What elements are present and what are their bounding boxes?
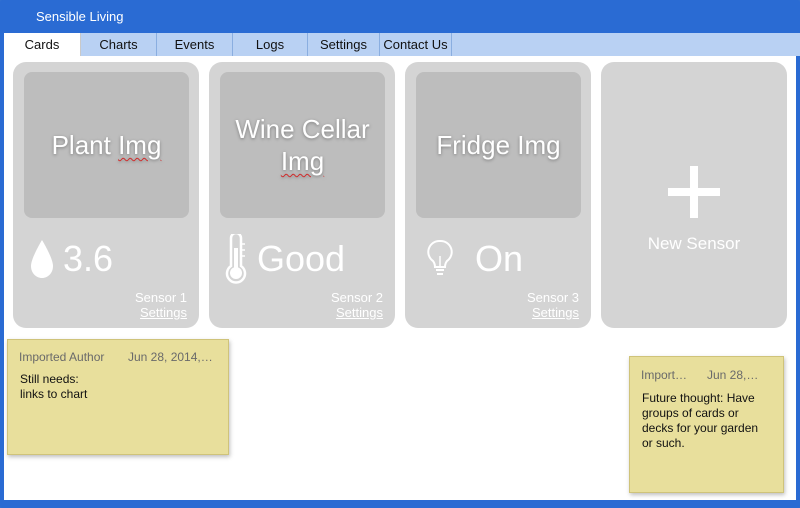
sensor-settings-link[interactable]: Settings [336, 305, 383, 320]
tab-settings[interactable]: Settings [308, 33, 380, 56]
card-image-label: Plant [51, 130, 119, 160]
sensor-reading: 3.6 [29, 234, 113, 284]
tab-bar: Cards Charts Events Logs Settings Contac… [4, 33, 800, 56]
card-image-placeholder: Fridge Img [416, 72, 581, 218]
note-date: Jun 28, 2014,… [128, 350, 213, 364]
note-body: Future thought: Have groups of cards or … [642, 391, 759, 450]
note-body: Still needs: links to chart [20, 372, 88, 401]
sensor-name: Sensor 2 [330, 290, 383, 305]
sensor-value: 3.6 [63, 238, 114, 279]
sensor-card[interactable]: Wine Cellar Img Good Sensor 2 Settings [209, 62, 395, 328]
sensor-card[interactable]: Fridge Img On Sensor 3 Settings [405, 62, 591, 328]
card-image-label: Fridge Img [436, 130, 561, 160]
sensor-card[interactable]: Plant Img 3.6 Sensor 1 Settings [13, 62, 199, 328]
note-author: Imported Author [19, 350, 105, 364]
tab-logs[interactable]: Logs [233, 33, 308, 56]
note-author: Import… [641, 368, 688, 382]
sensor-name: Sensor 1 [134, 290, 187, 305]
app-window: Sensible Living Cards Charts Events Logs… [0, 0, 800, 508]
card-image-label-misspelled: Img [118, 130, 162, 160]
new-sensor-card[interactable]: New Sensor [601, 62, 787, 328]
new-sensor-label: New Sensor [647, 234, 741, 253]
sticky-note[interactable]: Imported Author Jun 28, 2014,… Still nee… [7, 339, 229, 455]
tab-events[interactable]: Events [157, 33, 233, 56]
sensor-reading: Good [223, 234, 345, 284]
water-drop-icon [31, 240, 53, 278]
card-image-label: Wine Cellar [235, 114, 370, 144]
thermometer-icon [225, 234, 247, 284]
sensor-settings-link[interactable]: Settings [532, 305, 579, 320]
tab-contact-us[interactable]: Contact Us [380, 33, 452, 56]
sensor-value: Good [257, 238, 346, 279]
sensor-settings-link[interactable]: Settings [140, 305, 187, 320]
card-image-placeholder: Wine Cellar Img [220, 72, 385, 218]
sensor-name: Sensor 3 [526, 290, 579, 305]
app-title: Sensible Living [36, 9, 124, 24]
sensor-reading: On [425, 234, 523, 284]
card-image-placeholder: Plant Img [24, 72, 189, 218]
tab-cards[interactable]: Cards [4, 33, 81, 56]
sticky-note[interactable]: Import… Jun 28,… Future thought: Have gr… [629, 356, 784, 493]
card-image-label-misspelled: Img [280, 146, 325, 176]
plus-icon [668, 166, 720, 218]
note-date: Jun 28,… [707, 368, 759, 382]
sensor-value: On [475, 238, 524, 279]
light-bulb-icon [427, 239, 453, 275]
tab-charts[interactable]: Charts [81, 33, 157, 56]
